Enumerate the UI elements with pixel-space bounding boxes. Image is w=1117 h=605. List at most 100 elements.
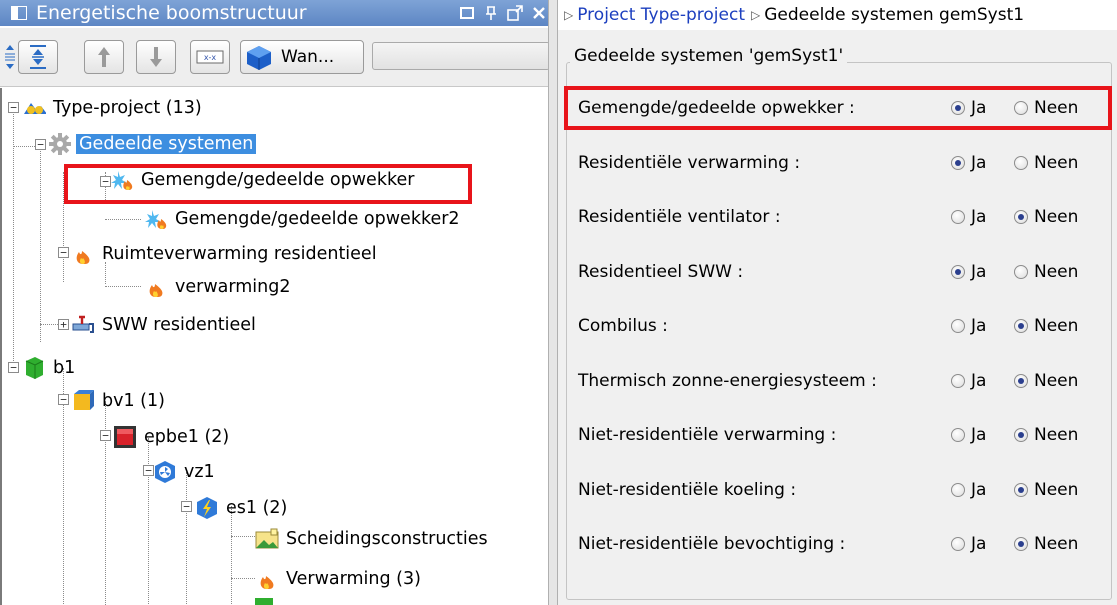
restore-icon[interactable] — [456, 2, 478, 24]
radio-circle-icon — [1014, 319, 1028, 333]
tree-expander[interactable]: − — [58, 247, 69, 258]
mixed-generator-icon — [144, 208, 168, 230]
radio-circle-icon — [951, 265, 965, 279]
tree-toolbar: x-x Wan... — [0, 28, 552, 87]
tree-node-es1[interactable]: es1 (2) — [195, 493, 290, 523]
option-row: Niet-residentiële koeling : Ja Neen — [578, 475, 1108, 505]
radio-no[interactable]: Neen — [1014, 371, 1078, 391]
radio-yes[interactable]: Ja — [951, 371, 986, 391]
radio-no[interactable]: Neen — [1014, 316, 1078, 336]
tree-node-verwarming2[interactable]: verwarming2 — [144, 272, 294, 302]
breadcrumb-arrow-icon: ▷ — [751, 8, 761, 22]
option-label: Residentiële verwarming : — [578, 153, 801, 173]
annotation-highlight-row — [564, 86, 1112, 130]
panel-icon — [10, 4, 28, 22]
group-title: Gedeelde systemen 'gemSyst1' — [570, 46, 848, 66]
tree-node-partitions[interactable]: Scheidingsconstructies — [255, 524, 491, 554]
radio-circle-icon — [1014, 156, 1028, 170]
flame-icon — [144, 276, 168, 298]
tap-icon — [71, 314, 95, 336]
option-row: Residentiële ventilator : Ja Neen — [578, 202, 1108, 232]
tree-node-label: vz1 — [184, 462, 215, 482]
move-up-button[interactable] — [84, 40, 124, 74]
tree-node-label: epbe1 (2) — [144, 427, 230, 447]
tree-node-residential-heating[interactable]: Ruimteverwarming residentieel — [71, 239, 380, 269]
tree-node-label: bv1 (1) — [102, 391, 165, 411]
view-filter-button[interactable]: Wan... — [240, 40, 364, 74]
project-icon — [22, 97, 46, 119]
radio-no[interactable]: Neen — [1014, 262, 1078, 282]
tree-node-type-project[interactable]: Type-project (13) — [22, 93, 205, 123]
radio-yes[interactable]: Ja — [951, 480, 986, 500]
energy-tree-panel: Energetische boomstructuur x-x Wan... − … — [0, 0, 552, 605]
radio-yes[interactable]: Ja — [951, 207, 986, 227]
tree-node-mixed-generator-2[interactable]: Gemengde/gedeelde opwekker2 — [144, 204, 463, 234]
radio-yes[interactable]: Ja — [951, 425, 986, 445]
radio-no[interactable]: Neen — [1014, 207, 1078, 227]
annotation-highlight-tree — [64, 164, 472, 204]
option-row: Combilus : Ja Neen — [578, 311, 1108, 341]
radio-label: Neen — [1034, 534, 1079, 554]
radio-circle-icon — [1014, 210, 1028, 224]
toolbar-grip-icon[interactable] — [4, 44, 16, 70]
radio-yes[interactable]: Ja — [951, 534, 986, 554]
tree-filter-field[interactable] — [372, 42, 550, 70]
radio-no[interactable]: Neen — [1014, 480, 1078, 500]
tree-node-dhw-residential[interactable]: SWW residentieel — [71, 310, 259, 340]
tree-expander[interactable]: − — [100, 430, 111, 441]
radio-label: Neen — [1034, 153, 1079, 173]
tree-expander[interactable]: − — [181, 501, 192, 512]
tree-expander[interactable]: + — [58, 319, 69, 330]
radio-label: Ja — [971, 425, 987, 445]
move-down-button[interactable] — [136, 40, 176, 74]
option-label: Thermisch zonne-energiesysteem : — [578, 371, 877, 391]
maximize-icon[interactable] — [504, 2, 526, 24]
radio-circle-icon — [1014, 428, 1028, 442]
building-icon — [22, 357, 46, 379]
tree-expander[interactable]: − — [8, 102, 19, 113]
radio-no[interactable]: Neen — [1014, 534, 1078, 554]
view-filter-label: Wan... — [281, 47, 335, 67]
option-label: Niet-residentiële koeling : — [578, 480, 797, 500]
option-row: Residentieel SWW : Ja Neen — [578, 257, 1108, 287]
tree-node-bv1[interactable]: bv1 (1) — [71, 386, 168, 416]
panel-splitter[interactable] — [548, 0, 558, 605]
tree-node-vz1[interactable]: vz1 — [153, 457, 218, 487]
radio-circle-icon — [951, 483, 965, 497]
radio-no[interactable]: Neen — [1014, 153, 1078, 173]
panel-title: Energetische boomstructuur — [36, 2, 307, 24]
radio-yes[interactable]: Ja — [951, 262, 986, 282]
close-icon[interactable] — [528, 2, 550, 24]
ventilation-zone-icon — [153, 461, 177, 483]
radio-circle-icon — [951, 156, 965, 170]
radio-selected-dot — [1018, 487, 1024, 493]
tree-expander[interactable]: − — [58, 394, 69, 405]
radio-yes[interactable]: Ja — [951, 153, 986, 173]
radio-label: Ja — [971, 262, 987, 282]
radio-yes[interactable]: Ja — [951, 316, 986, 336]
text-format-button[interactable]: x-x — [190, 40, 230, 74]
tree-node-label: verwarming2 — [175, 277, 291, 297]
tree-node-shared-systems[interactable]: Gedeelde systemen — [48, 129, 257, 159]
pin-icon[interactable] — [480, 2, 502, 24]
construction-icon — [255, 528, 279, 550]
tree-node-label: SWW residentieel — [102, 315, 256, 335]
radio-circle-icon — [1014, 483, 1028, 497]
radio-label: Ja — [971, 371, 987, 391]
tree-expander[interactable]: − — [35, 139, 46, 150]
tree-node-label: es1 (2) — [226, 498, 288, 518]
tree-node-epbe1[interactable]: epbe1 (2) — [113, 422, 232, 452]
breadcrumb-arrow-icon: ▷ — [564, 8, 574, 22]
tree-node-b1[interactable]: b1 — [22, 353, 78, 383]
option-row: Thermisch zonne-energiesysteem : Ja Neen — [578, 366, 1108, 396]
radio-no[interactable]: Neen — [1014, 425, 1078, 445]
truncated-node-icon — [255, 598, 273, 605]
tree-expander[interactable]: − — [8, 362, 19, 373]
tree-node-heating[interactable]: Verwarming (3) — [255, 564, 424, 594]
radio-circle-icon — [1014, 265, 1028, 279]
breadcrumb-project-link[interactable]: Project Type-project — [577, 5, 745, 25]
radio-label: Ja — [971, 534, 987, 554]
option-label: Niet-residentiële verwarming : — [578, 425, 837, 445]
option-label: Residentiële ventilator : — [578, 207, 781, 227]
collapse-all-button[interactable] — [18, 40, 58, 74]
